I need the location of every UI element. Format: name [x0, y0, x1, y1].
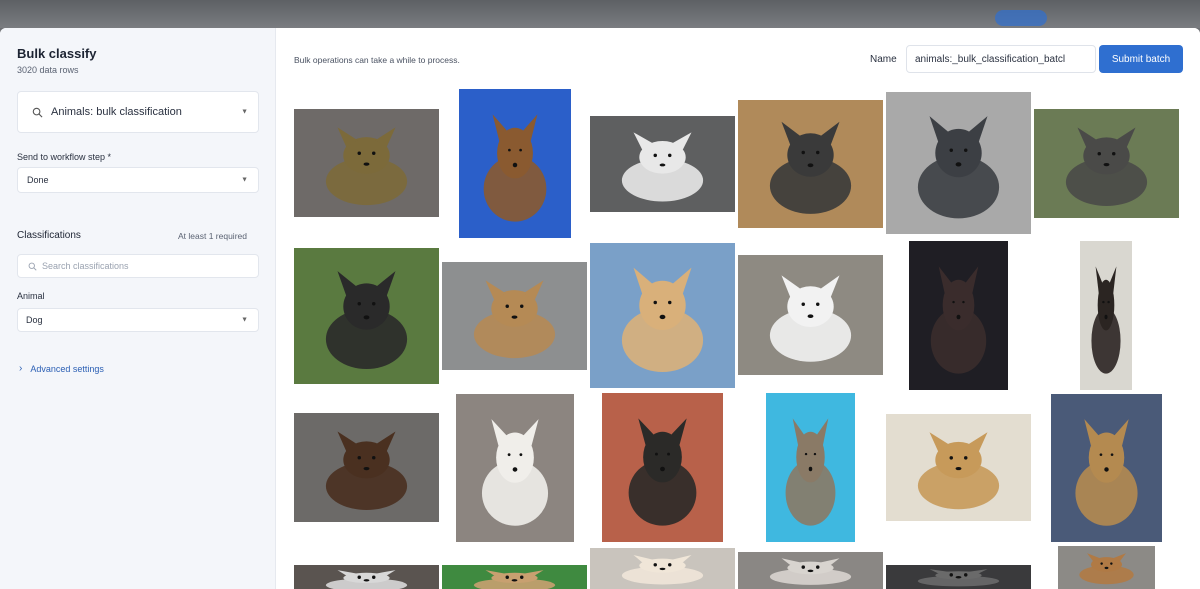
chevron-down-icon: ▼ [241, 176, 248, 184]
dog-image-24[interactable] [1058, 546, 1155, 589]
chevron-right-icon: › [19, 363, 23, 374]
dataset-select[interactable]: Animals: bulk classification ▼ [17, 91, 259, 133]
processing-notice: Bulk operations can take a while to proc… [294, 55, 460, 65]
dog-image-4[interactable] [738, 100, 883, 228]
classification-search-input[interactable]: Search classifications [17, 254, 259, 278]
animal-select-value: Dog [26, 315, 43, 325]
dog-image-21[interactable] [590, 548, 735, 589]
submit-batch-button[interactable]: Submit batch [1099, 45, 1183, 73]
chevron-down-icon: ▼ [241, 108, 248, 116]
dog-image-12[interactable] [1080, 241, 1132, 390]
dog-image-16[interactable] [766, 393, 855, 542]
dog-image-7[interactable] [294, 248, 439, 384]
search-icon [28, 262, 37, 271]
dog-image-5[interactable] [886, 92, 1031, 234]
search-icon [32, 107, 43, 118]
dog-image-10[interactable] [738, 255, 883, 375]
animal-label: Animal [17, 291, 45, 301]
dog-image-20[interactable] [442, 565, 587, 589]
sidebar: Bulk classify 3020 data rows Animals: bu… [0, 28, 276, 589]
dog-image-22[interactable] [738, 552, 883, 589]
dog-image-23[interactable] [886, 565, 1031, 589]
dog-image-14[interactable] [456, 394, 574, 542]
dog-image-15[interactable] [602, 393, 723, 542]
dog-image-13[interactable] [294, 413, 439, 522]
classifications-heading: Classifications [17, 230, 81, 241]
search-placeholder: Search classifications [42, 261, 129, 271]
dog-image-9[interactable] [590, 243, 735, 388]
classifications-requirement: At least 1 required [178, 231, 247, 241]
dog-image-11[interactable] [909, 241, 1008, 390]
advanced-settings-label: Advanced settings [30, 363, 104, 374]
workflow-label: Send to workflow step * [17, 152, 112, 162]
workflow-step-value: Done [27, 175, 49, 185]
dog-image-18[interactable] [1051, 394, 1162, 542]
bulk-classify-modal: Bulk classify 3020 data rows Animals: bu… [0, 28, 1200, 589]
main-panel: Bulk operations can take a while to proc… [276, 28, 1200, 589]
header-button-backdrop [995, 10, 1047, 26]
dog-image-19[interactable] [294, 565, 439, 589]
dog-image-2[interactable] [459, 89, 571, 238]
workflow-step-select[interactable]: Done ▼ [17, 167, 259, 193]
row-count: 3020 data rows [17, 65, 79, 75]
dog-image-6[interactable] [1034, 109, 1179, 218]
app-header-backdrop [0, 0, 1200, 28]
advanced-settings-toggle[interactable]: › Advanced settings [19, 363, 104, 374]
dog-image-3[interactable] [590, 116, 735, 212]
chevron-down-icon: ▼ [241, 316, 248, 324]
batch-name-input[interactable]: animals:_bulk_classification_batcl [906, 45, 1096, 73]
dataset-select-value: Animals: bulk classification [51, 106, 182, 118]
dog-image-1[interactable] [294, 109, 439, 217]
modal-title: Bulk classify [17, 46, 97, 61]
dog-image-8[interactable] [442, 262, 587, 370]
batch-name-label: Name [870, 54, 897, 65]
dog-image-17[interactable] [886, 414, 1031, 521]
animal-select[interactable]: Dog ▼ [17, 308, 259, 332]
